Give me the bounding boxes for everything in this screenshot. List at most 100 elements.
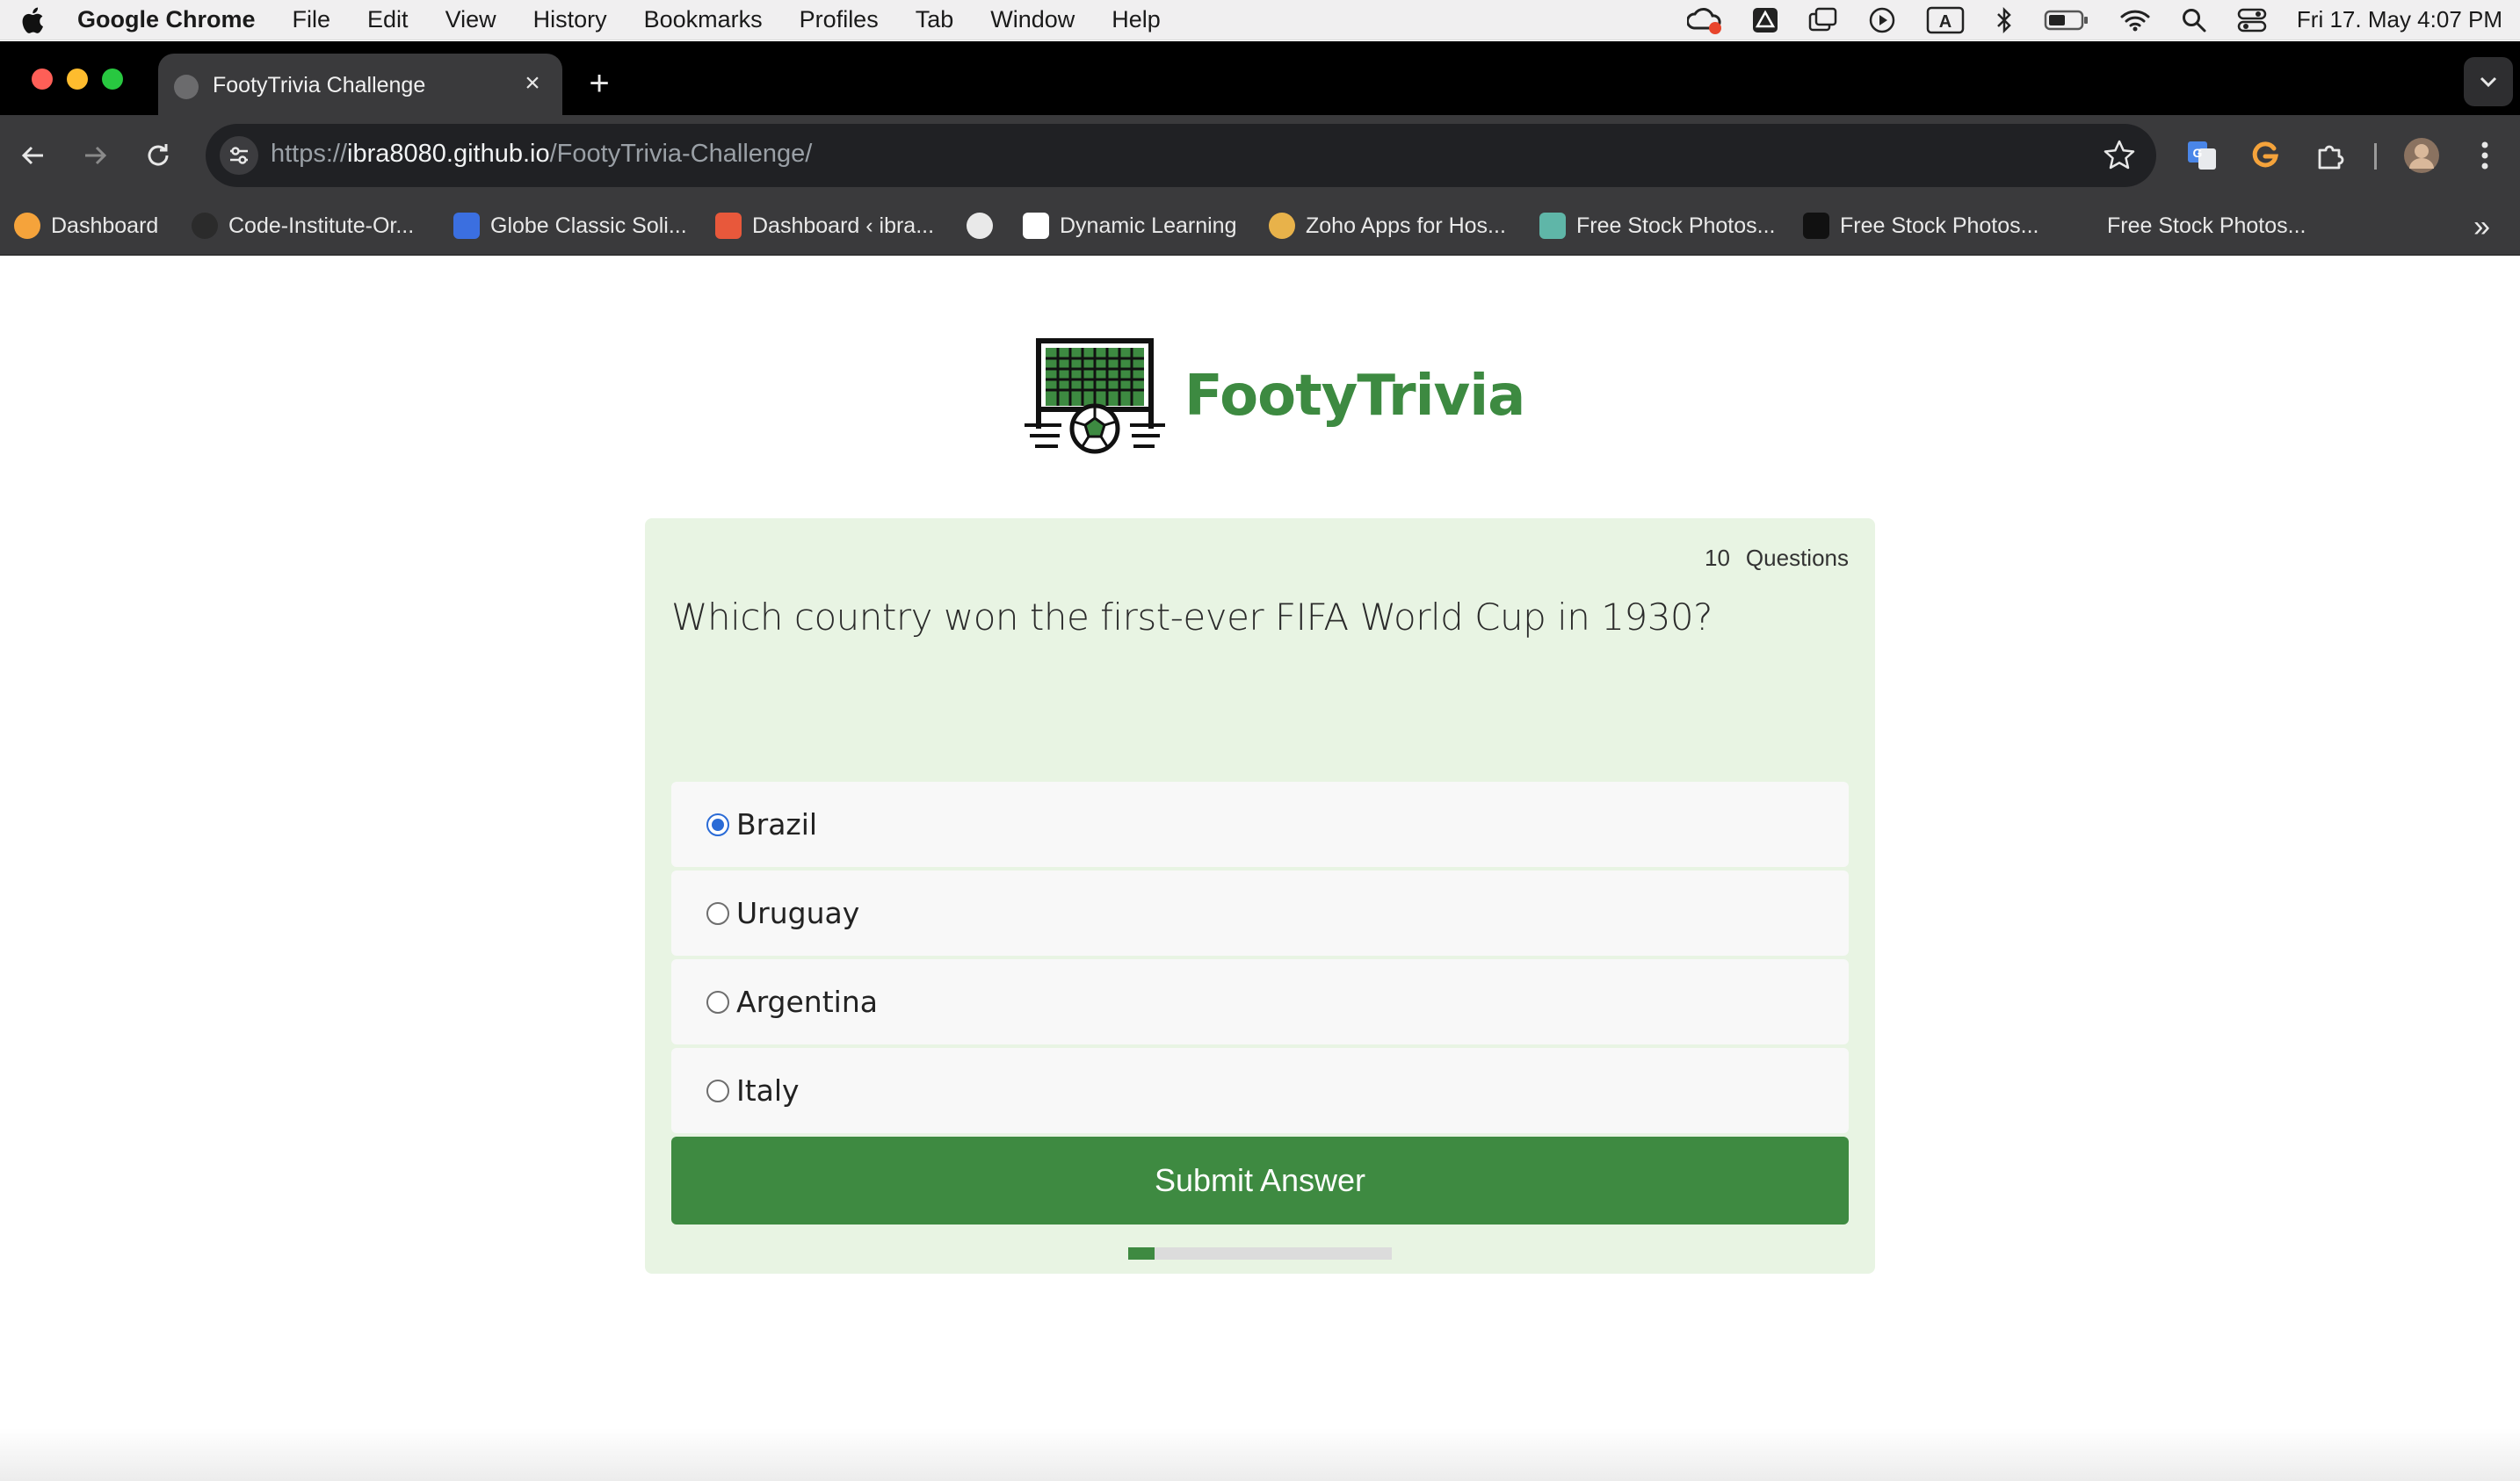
window-close-button[interactable] [32,69,53,90]
menu-bookmarks[interactable]: Bookmarks [644,6,763,33]
menu-window[interactable]: Window [990,6,1075,33]
bluetooth-icon[interactable] [1995,6,2014,34]
drive-icon[interactable] [1752,7,1778,33]
apple-icon[interactable] [18,5,46,35]
web-page: FootyTrivia 10 Questions Which country w… [0,256,2520,1481]
menu-history[interactable]: History [533,6,607,33]
dynamic-learning-bookmark-icon [1023,213,1049,239]
answer-option-uruguay[interactable]: Uruguay [671,871,1849,956]
back-arrow-icon[interactable] [14,136,53,175]
url-scheme: https:// [271,140,348,168]
url-path: /FootyTrivia-Challenge/ [549,140,813,168]
chrome-menu-kebab-icon[interactable] [2466,136,2504,175]
extensions-puzzle-icon[interactable] [2311,136,2350,175]
github-bookmark-icon [192,213,218,239]
tab-search-chevron-icon[interactable] [2464,57,2513,106]
answer-option-argentina[interactable]: Argentina [671,959,1849,1044]
quiz-card: 10 Questions Which country won the first… [645,518,1875,1274]
menu-file[interactable]: File [293,6,331,33]
address-bar-url[interactable]: https://ibra8080.github.io/FootyTrivia-C… [271,140,812,169]
stock-photos-bookmark-icon [1803,213,1829,239]
answer-radio[interactable] [706,1079,729,1102]
question-count-label: Questions [1745,545,1849,571]
bookmark-item[interactable]: Dashboard [14,206,158,245]
bookmark-label: Free Stock Photos... [2107,213,2306,238]
answer-label: Uruguay [736,896,860,930]
menu-tab[interactable]: Tab [916,6,954,33]
menu-edit[interactable]: Edit [367,6,409,33]
menu-help[interactable]: Help [1112,6,1161,33]
grammarly-extension-icon[interactable] [2246,136,2285,175]
creative-cloud-icon[interactable] [1686,5,1722,35]
browser-tab-active[interactable]: FootyTrivia Challenge × [158,54,562,115]
bookmark-item[interactable]: Free Stock Photos... [2107,206,2306,245]
bookmark-item[interactable]: Zoho Apps for Hos... [1269,206,1506,245]
bookmark-item[interactable]: Free Stock Photos... [1539,206,1776,245]
url-host: ibra8080.github.io [347,140,550,168]
answer-label: Italy [736,1073,800,1108]
page-bottom-shadow [0,1428,2520,1481]
bookmark-label: Globe Classic Soli... [490,213,687,238]
zoho-bookmark-icon [1269,213,1295,239]
address-bar[interactable]: https://ibra8080.github.io/FootyTrivia-C… [206,124,2156,187]
wifi-icon[interactable] [2119,8,2151,33]
quiz-progress-fill [1128,1247,1155,1260]
bookmark-label: Free Stock Photos... [1576,213,1776,238]
wordpress-dashboard-bookmark-icon [715,213,742,239]
answer-radio[interactable] [706,901,729,925]
control-center-icon[interactable] [2237,7,2267,33]
answer-radio[interactable] [706,813,729,836]
site-logo[interactable]: FootyTrivia [1023,337,1525,455]
profile-avatar[interactable] [2402,136,2441,175]
bookmark-item[interactable]: Globe Classic Soli... [453,206,687,245]
brand-name: FootyTrivia [1184,364,1525,429]
window-zoom-button[interactable] [102,69,123,90]
grammarly-bookmark-icon [14,213,40,239]
bookmark-label: Dynamic Learning [1060,213,1237,238]
bookmark-label: Zoho Apps for Hos... [1306,213,1506,238]
svg-text:A: A [1939,12,1952,32]
play-circle-icon[interactable] [1868,6,1896,34]
windows-icon[interactable] [1808,7,1838,33]
browser-tab-strip: FootyTrivia Challenge × + [0,41,2520,115]
menu-profiles[interactable]: Profiles [800,6,879,33]
bookmark-item[interactable]: Dashboard ‹ ibra... [715,206,934,245]
globe-bookmark-icon [967,213,993,239]
svg-text:G: G [2193,146,2203,160]
forward-arrow-icon[interactable] [76,136,114,175]
more-bookmarks-chevron-icon[interactable]: » [2473,210,2490,244]
bookmark-item[interactable]: Code-Institute-Or... [192,206,414,245]
google-translate-icon[interactable]: G [2183,136,2221,175]
bookmark-item[interactable]: Free Stock Photos... [1803,206,2039,245]
battery-icon[interactable] [2044,9,2089,32]
stock-photos-bookmark-icon [1539,213,1566,239]
menu-app-name[interactable]: Google Chrome [77,6,256,33]
bookmark-label: Free Stock Photos... [1840,213,2039,238]
window-minimize-button[interactable] [67,69,88,90]
spotlight-search-icon[interactable] [2181,7,2207,33]
input-source-icon[interactable]: A [1926,6,1965,34]
bookmark-item[interactable]: Dynamic Learning [1023,206,1237,245]
bookmarks-bar: Dashboard Code-Institute-Or... Globe Cla… [0,196,2520,256]
answer-label: Argentina [736,985,878,1019]
tab-title: FootyTrivia Challenge [213,73,426,98]
quiz-progress-bar [1128,1247,1392,1260]
close-tab-icon[interactable]: × [517,68,548,99]
site-settings-icon[interactable] [220,136,258,175]
menu-view[interactable]: View [445,6,496,33]
toolbar-divider [2374,143,2377,170]
reload-icon[interactable] [139,136,177,175]
answer-option-italy[interactable]: Italy [671,1048,1849,1133]
submit-answer-button[interactable]: Submit Answer [671,1137,1849,1225]
bookmark-item[interactable] [967,206,993,245]
new-tab-plus-icon[interactable]: + [582,66,617,101]
answer-label: Brazil [736,807,818,842]
menu-bar-clock[interactable]: Fri 17. May 4:07 PM [2297,6,2502,33]
answer-option-brazil[interactable]: Brazil [671,782,1849,867]
question-count-value: 10 [1705,545,1730,571]
flag-bookmark-icon [453,213,480,239]
tab-favicon-globe-icon [174,75,199,99]
macos-menu-bar: Google Chrome File Edit View History Boo… [0,0,2520,40]
answer-radio[interactable] [706,990,729,1014]
bookmark-star-icon[interactable] [2102,138,2137,173]
